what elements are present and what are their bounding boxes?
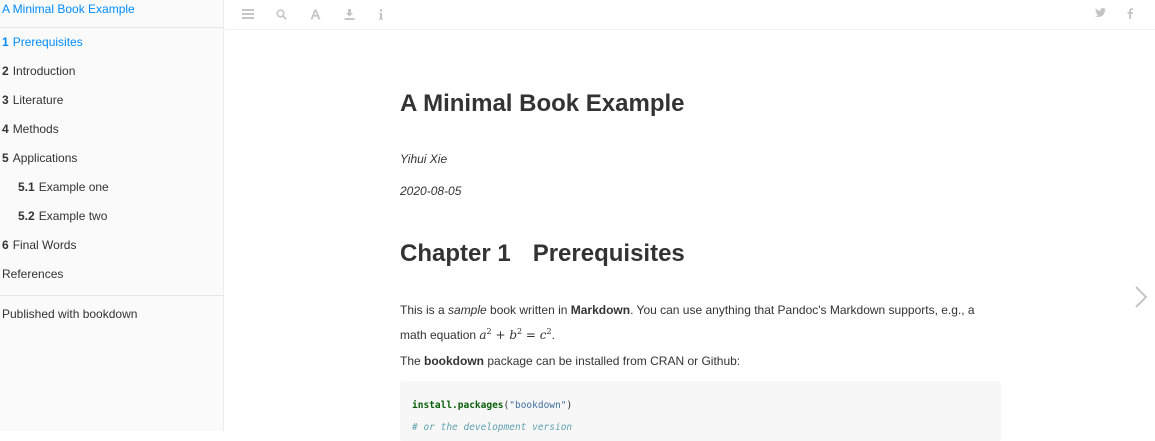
sidebar: A Minimal Book Example 1 Prerequisites 2I… bbox=[0, 0, 224, 431]
paragraph: The bookdown package can be installed fr… bbox=[400, 352, 1000, 370]
code-punct: ) bbox=[566, 400, 573, 411]
toc-label: Methods bbox=[12, 122, 59, 136]
strong: bookdown bbox=[424, 354, 485, 368]
toc-item-methods[interactable]: 4 Methods bbox=[0, 115, 223, 144]
book-title: A Minimal Book Example bbox=[400, 90, 685, 117]
toc-label: References bbox=[2, 267, 64, 281]
toc-number: 5.2 bbox=[18, 209, 35, 223]
code-block: install.packages("bookdown") # or the de… bbox=[400, 381, 1001, 441]
toc-label: Prerequisites bbox=[12, 35, 83, 49]
search-icon[interactable] bbox=[276, 9, 310, 23]
toc-number: 5 bbox=[2, 151, 9, 165]
toc-number: 6 bbox=[2, 238, 9, 252]
text: . bbox=[551, 328, 555, 342]
toc-item-references[interactable]: References bbox=[0, 260, 223, 289]
code-string: "bookdown" bbox=[509, 400, 567, 411]
emphasis: sample bbox=[448, 303, 487, 317]
font-settings-icon[interactable] bbox=[310, 9, 344, 23]
text: This is a bbox=[400, 303, 449, 317]
twitter-icon[interactable] bbox=[1095, 8, 1106, 22]
date: 2020-08-05 bbox=[400, 184, 462, 198]
author: Yihui Xie bbox=[400, 152, 448, 166]
toc-item-prerequisites[interactable]: 1 Prerequisites bbox=[0, 28, 223, 57]
toc-label: Applications bbox=[12, 151, 78, 165]
text: The bbox=[400, 354, 425, 368]
toc-number: 1 bbox=[2, 35, 9, 49]
toc-item-literature[interactable]: 3 Literature bbox=[0, 86, 223, 115]
sidebar-divider bbox=[0, 295, 223, 296]
code-comment: # or the development version bbox=[412, 422, 573, 433]
published-with-bookdown-link[interactable]: Published with bookdown bbox=[0, 300, 223, 329]
toc-item-applications[interactable]: 5 Applications bbox=[0, 144, 223, 173]
info-icon[interactable] bbox=[378, 9, 412, 23]
toc-number: 4 bbox=[2, 122, 9, 136]
chapter-heading: Chapter 1 Prerequisites bbox=[400, 240, 685, 268]
math-equation: a2 + b2 = c2 bbox=[479, 327, 552, 342]
chapter-number: Chapter 1 bbox=[400, 240, 511, 267]
toc-label: Example two bbox=[38, 209, 108, 223]
code-line: install.packages("bookdown") bbox=[412, 395, 989, 417]
chapter-title: Prerequisites bbox=[532, 240, 685, 267]
paragraph: This is a sample book written in Markdow… bbox=[400, 300, 1000, 346]
toc-number: 2 bbox=[2, 64, 9, 78]
text: package can be installed from CRAN or Gi… bbox=[484, 354, 741, 368]
toc-item-example-two[interactable]: 5.2 Example two bbox=[0, 202, 223, 231]
book-title-link[interactable]: A Minimal Book Example bbox=[0, 0, 223, 28]
facebook-icon[interactable] bbox=[1125, 8, 1135, 22]
toc-list: 1 Prerequisites 2 Introduction 3 Literature… bbox=[0, 28, 223, 289]
toc-label: Literature bbox=[12, 93, 64, 107]
toc-item-example-one[interactable]: 5.1 Example one bbox=[0, 173, 223, 202]
toc-number: 3 bbox=[2, 93, 9, 107]
toc-item-introduction[interactable]: 2 Introduction bbox=[0, 57, 223, 86]
toc-label: Introduction bbox=[12, 64, 76, 78]
next-page-arrow-icon[interactable] bbox=[1134, 285, 1148, 309]
menu-icon[interactable] bbox=[242, 9, 276, 23]
text: book written in bbox=[486, 303, 571, 317]
toolbar bbox=[225, 0, 1155, 30]
code-function: install.packages bbox=[412, 400, 504, 411]
toc-label: Final Words bbox=[12, 238, 77, 252]
download-icon[interactable] bbox=[344, 9, 378, 23]
toc-label: Example one bbox=[38, 180, 109, 194]
toc-item-final-words[interactable]: 6 Final Words bbox=[0, 231, 223, 260]
strong: Markdown bbox=[570, 303, 631, 317]
toc-number: 5.1 bbox=[18, 180, 35, 194]
